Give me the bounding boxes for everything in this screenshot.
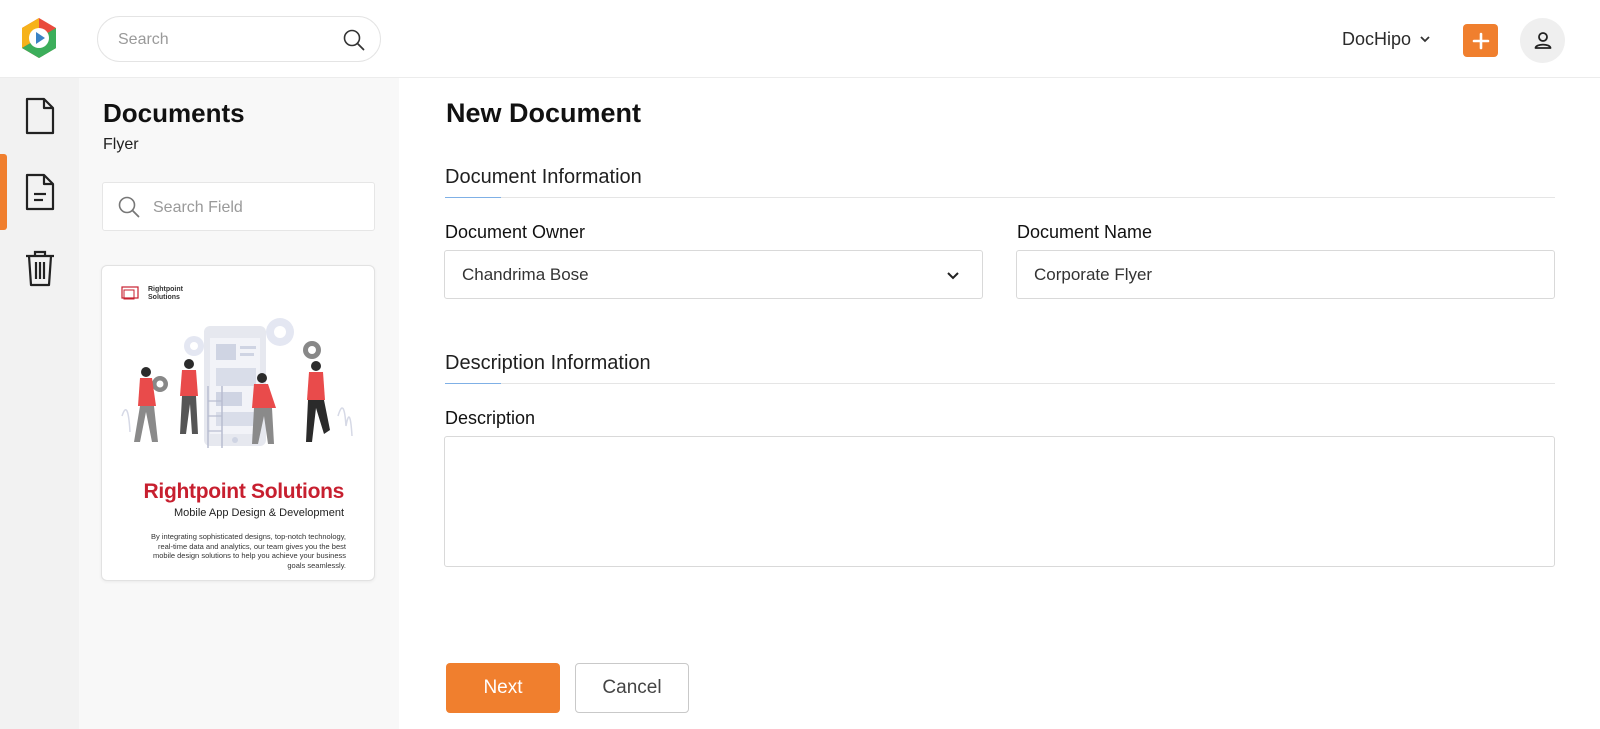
panel-title: Documents [103,98,245,128]
document-icon [25,97,54,135]
search-icon [118,196,140,218]
document-owner-select[interactable]: Chandrima Bose [444,250,983,299]
description-textarea[interactable] [444,436,1555,567]
flyer-template-thumbnail[interactable]: Rightpoint Solutions Rightpoint Solution… [101,265,375,581]
documents-panel: Documents Flyer Search Field Rightpoint … [79,78,399,729]
global-search-input[interactable] [118,29,318,51]
global-search[interactable] [97,16,381,62]
text-document-icon [25,173,54,211]
template-search[interactable] [102,182,375,231]
cancel-button[interactable]: Cancel [575,663,689,713]
next-button[interactable]: Next [446,663,560,713]
document-owner-label: Document Owner [445,222,586,242]
document-info-heading: Document Information [445,166,642,188]
create-new-button[interactable] [1463,24,1498,57]
thumbnail-subtitle: Mobile App Design & Development [174,507,344,519]
page-title: New Document [446,98,642,128]
section-divider [445,197,1555,198]
document-name-label: Document Name [1017,222,1153,242]
search-icon[interactable] [342,28,366,52]
left-nav-rail [0,78,79,729]
template-search-input[interactable] [153,197,353,219]
user-avatar[interactable] [1520,18,1565,63]
account-name: DocHipo [1342,28,1412,49]
document-name-field[interactable] [1016,250,1555,299]
top-bar: DocHipo [0,0,1600,78]
user-icon [1534,31,1551,49]
dochipo-logo-icon[interactable] [18,16,60,60]
chevron-down-icon [1420,36,1430,43]
team-illustration-icon [121,286,353,448]
new-document-form: New Document Document Information Docume… [399,78,1600,729]
trash-icon [25,250,54,287]
panel-subtitle: Flyer [103,136,139,153]
chevron-down-icon [947,272,959,280]
plus-icon [1472,32,1489,49]
thumbnail-brand: Rightpoint Solutions [148,286,183,301]
rail-item-templates[interactable] [0,154,79,230]
document-name-input[interactable] [1034,264,1534,286]
rail-item-trash[interactable] [0,238,79,298]
rail-item-documents[interactable] [0,86,79,146]
document-owner-value: Chandrima Bose [462,265,589,284]
description-info-heading: Description Information [445,352,651,374]
thumbnail-body: By integrating sophisticated designs, to… [151,532,346,570]
description-label: Description [445,408,536,428]
section-divider [445,383,1555,384]
account-switcher[interactable]: DocHipo [1342,26,1431,52]
thumbnail-title: Rightpoint Solutions [143,480,345,503]
